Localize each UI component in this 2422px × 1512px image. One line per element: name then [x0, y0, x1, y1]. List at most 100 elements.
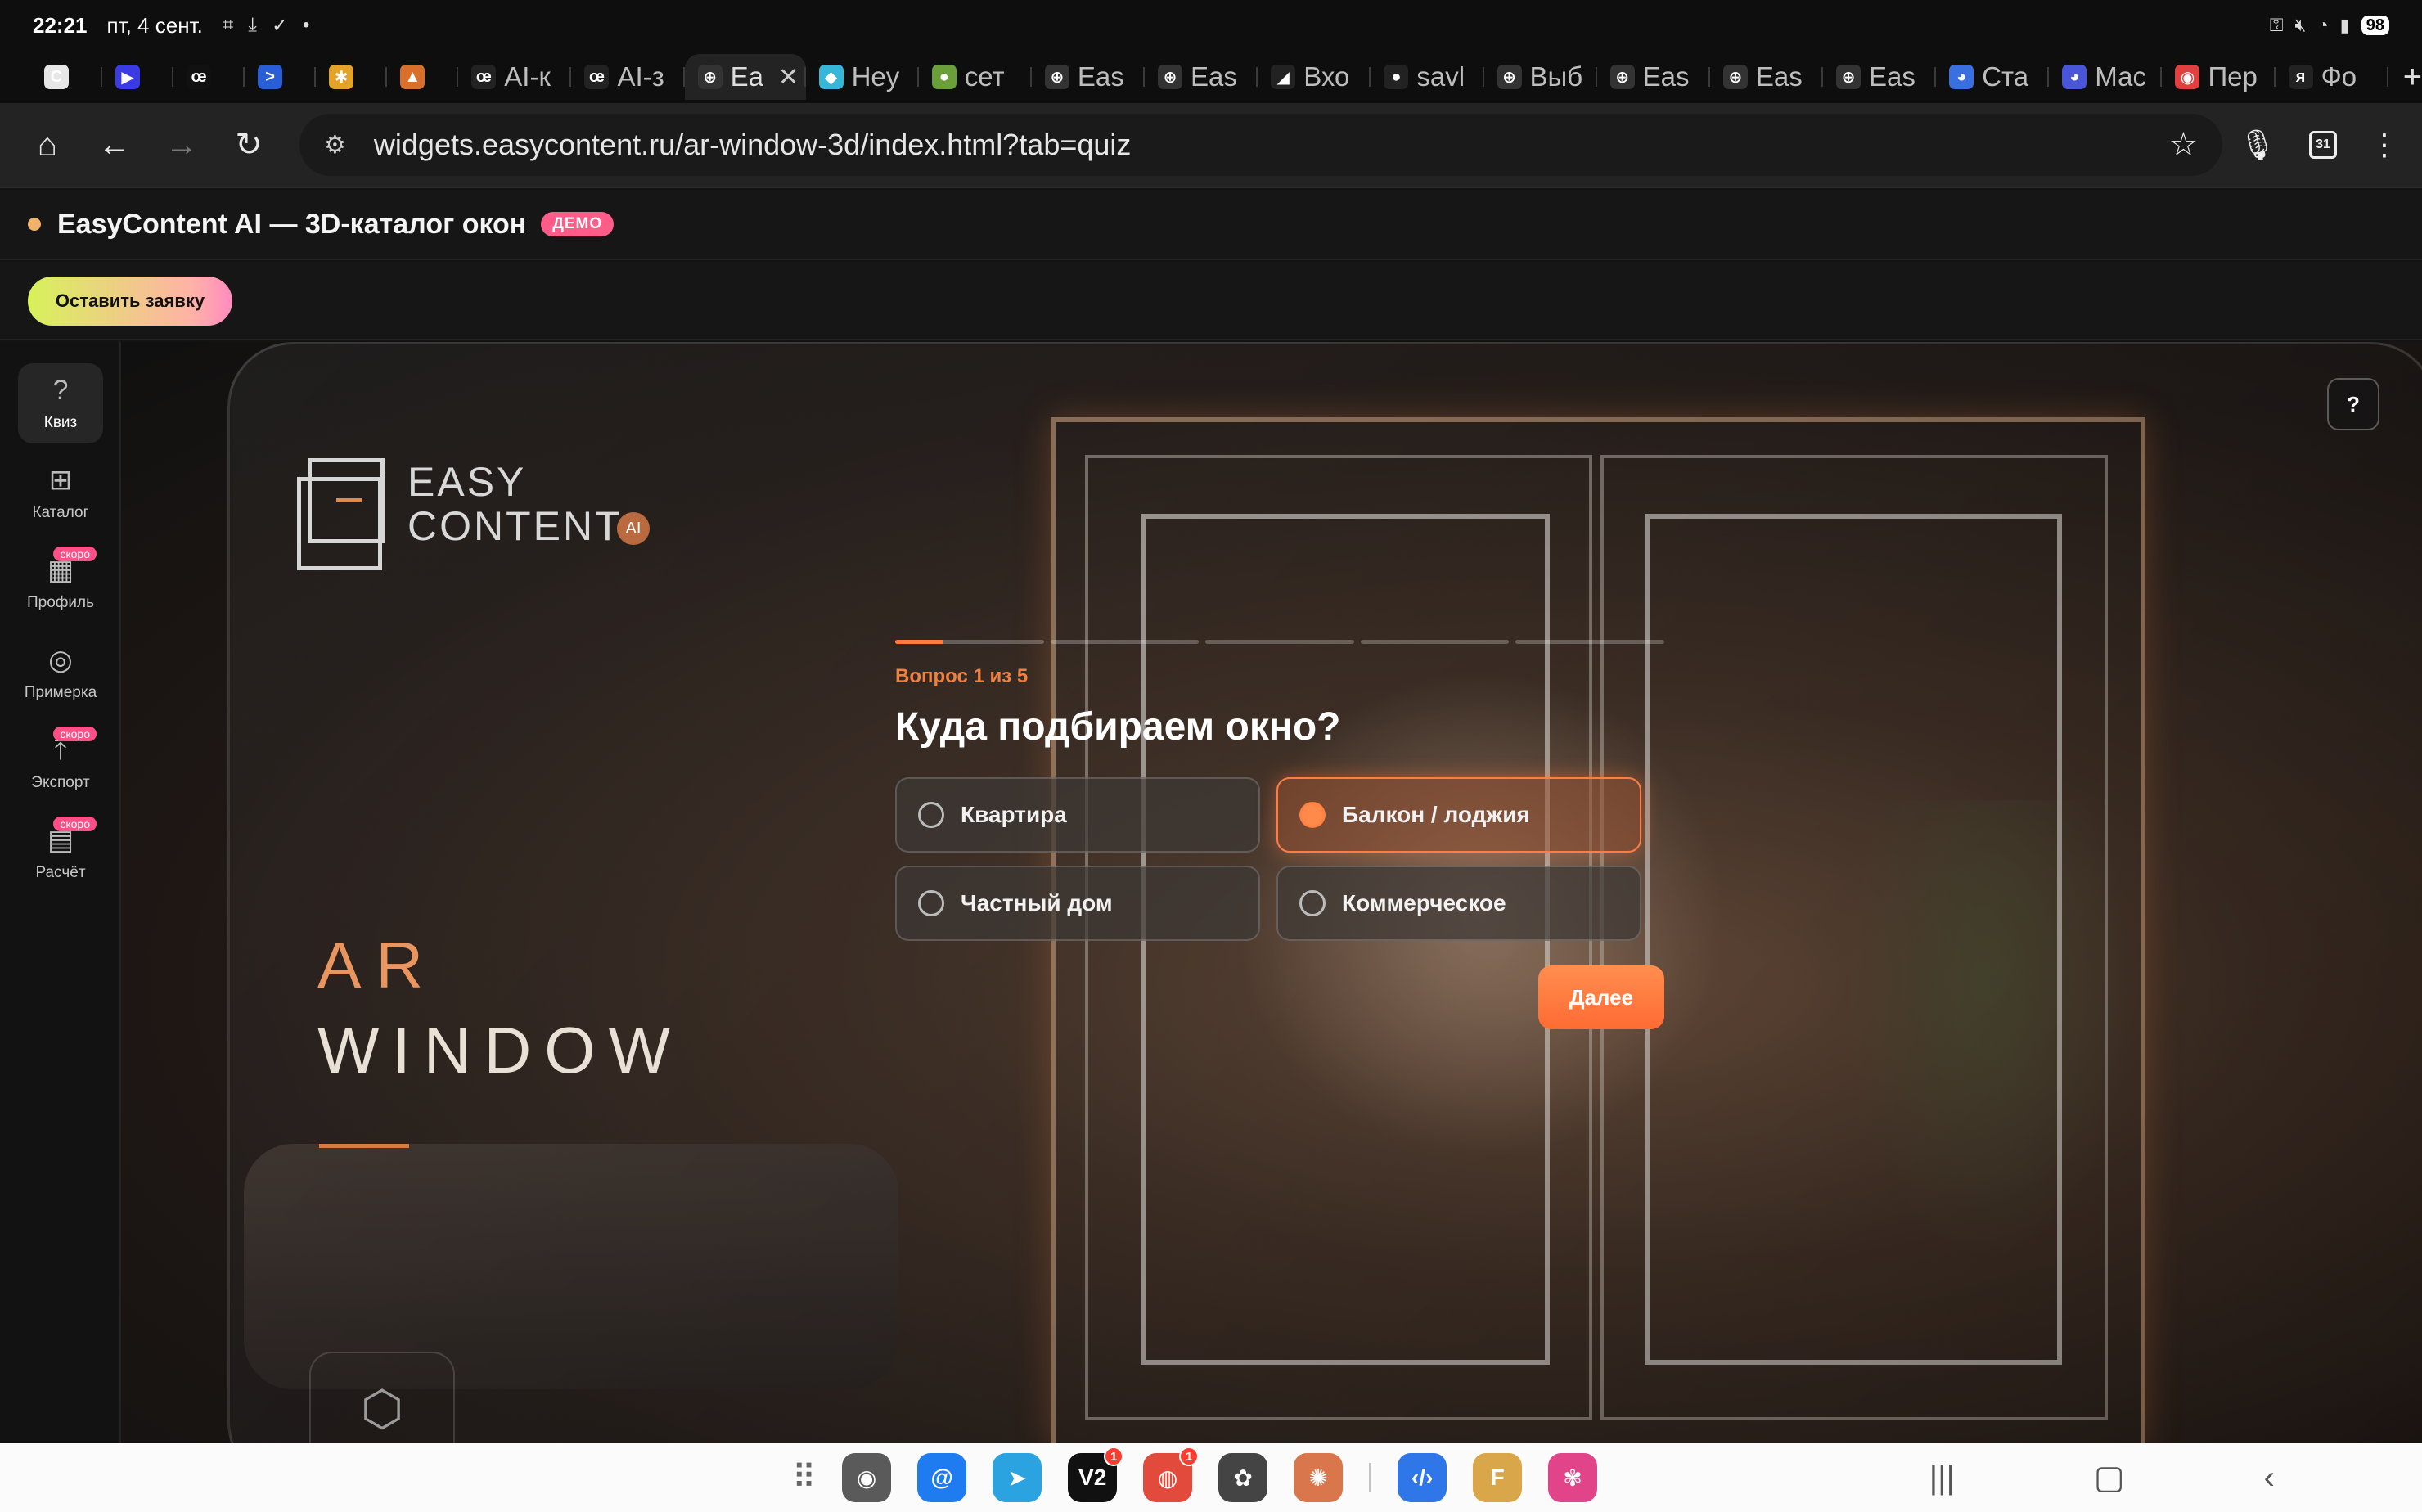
- browser-tab[interactable]: ◉ Пер: [2162, 54, 2276, 100]
- sidebar-item[interactable]: ▤ Расчёт скоро: [18, 813, 103, 893]
- app-header: EasyContent AI — 3D-каталог окон ДЕМО: [0, 190, 2422, 260]
- quiz-option-label: Частный дом: [961, 890, 1113, 916]
- home-nav-icon[interactable]: ▢: [2094, 1459, 2125, 1496]
- browser-tab[interactable]: ◢ Вхо: [1258, 54, 1371, 100]
- radio-icon[interactable]: [918, 890, 944, 916]
- app-glyph: V2: [1078, 1465, 1107, 1490]
- logo-text-easy: EASY: [407, 459, 527, 505]
- browser-tab[interactable]: я Фо: [2276, 54, 2388, 100]
- sidebar-item-label: Экспорт: [31, 774, 90, 791]
- sidebar-item-label: Каталог: [32, 504, 89, 521]
- tab-label: savl: [1416, 61, 1465, 92]
- browser-tab[interactable]: ● savl: [1371, 54, 1484, 100]
- browser-tab[interactable]: ⊕ Eas: [1710, 54, 1823, 100]
- photos-app-icon[interactable]: ✾: [1548, 1453, 1598, 1502]
- browser-tab[interactable]: ⊕ Eas: [1823, 54, 1937, 100]
- telegram-app-icon[interactable]: ➤: [993, 1453, 1042, 1502]
- recents-icon[interactable]: |||: [1929, 1460, 1955, 1496]
- browser-tab[interactable]: ⊕ Выб: [1484, 54, 1597, 100]
- bookmark-star-icon[interactable]: ☆: [2168, 126, 2198, 164]
- browser-tab[interactable]: C: [31, 54, 103, 100]
- app-drawer-icon[interactable]: ⠿: [792, 1459, 816, 1496]
- claude-app-icon[interactable]: ✺: [1294, 1453, 1344, 1502]
- tab-favicon-icon: ▲: [400, 65, 425, 89]
- browser-tab[interactable]: ◆ Hey: [806, 54, 919, 100]
- back-nav-icon[interactable]: ‹: [2264, 1460, 2275, 1496]
- mail-app-icon[interactable]: @: [917, 1453, 967, 1502]
- tab-favicon-icon: ●: [1384, 65, 1409, 89]
- camera-app-icon[interactable]: ◉: [842, 1453, 892, 1502]
- help-button[interactable]: ?: [2327, 378, 2379, 430]
- url-text[interactable]: widgets.easycontent.ru/ar-window-3d/inde…: [374, 128, 1132, 162]
- tab-label: Eas: [1868, 61, 1916, 92]
- quiz-option[interactable]: Частный дом: [895, 866, 1260, 941]
- sidebar-item[interactable]: ◎ Примерка: [18, 633, 103, 713]
- tab-label: Eas: [1755, 61, 1803, 92]
- files-app-icon[interactable]: F: [1473, 1453, 1523, 1502]
- tab-label: Hey: [851, 61, 900, 92]
- browser-tab[interactable]: ⊕ Ea ✕: [684, 54, 806, 100]
- notification-badge: 1: [1179, 1447, 1200, 1466]
- quiz-option-label: Балкон / лоджия: [1342, 802, 1530, 827]
- menu-kebab-icon[interactable]: ⋮: [2370, 128, 2399, 162]
- ar-cube-icon[interactable]: ⬡: [309, 1352, 455, 1443]
- app-glyph: ◉: [856, 1465, 877, 1491]
- system-nav: ||| ▢ ‹: [1929, 1443, 2275, 1512]
- browser-tab[interactable]: ⊕ Eas: [1145, 54, 1258, 100]
- chrome-app-icon[interactable]: ◍ 1: [1143, 1447, 1200, 1502]
- address-bar[interactable]: ⚙ widgets.easycontent.ru/ar-window-3d/in…: [299, 114, 2223, 176]
- android-nav-bar: ⠿ ◉ @ ➤ V2 1 ◍ 1 ✿ ✺ ‹/› F ✾ ||| ▢ ‹: [0, 1443, 2422, 1512]
- home-icon[interactable]: ⌂: [23, 120, 72, 169]
- browser-tab[interactable]: œ AI-з: [571, 54, 685, 100]
- request-button[interactable]: Оставить заявку: [28, 277, 232, 326]
- radio-icon[interactable]: [1299, 802, 1326, 828]
- check-icon: ✓: [271, 14, 289, 37]
- sidebar-item[interactable]: ? Квиз: [18, 363, 103, 443]
- signal-icon: ▮: [2339, 15, 2350, 35]
- sidebar-item[interactable]: ⊞ Каталог: [18, 453, 103, 533]
- tab-favicon-icon: œ: [471, 65, 497, 89]
- browser-tab[interactable]: ▲: [387, 54, 459, 100]
- browser-tab[interactable]: ▶: [102, 54, 174, 100]
- quiz-option[interactable]: Балкон / лоджия: [1276, 777, 1641, 853]
- browser-tab[interactable]: ● сет: [919, 54, 1032, 100]
- tab-label: Пер: [2208, 61, 2258, 92]
- sidebar-item[interactable]: ▦ Профиль скоро: [18, 543, 103, 623]
- browser-tab[interactable]: ⊕ Eas: [1597, 54, 1710, 100]
- site-settings-icon[interactable]: ⚙: [324, 131, 346, 160]
- forward-icon[interactable]: →: [157, 120, 206, 169]
- tab-label: Ста: [1982, 61, 2029, 92]
- quiz-option[interactable]: Коммерческое: [1276, 866, 1641, 941]
- browser-tab[interactable]: ✱: [316, 54, 388, 100]
- notification-badge: 1: [1104, 1447, 1124, 1466]
- logo-text-content: CONTENT: [407, 503, 623, 549]
- browser-tab[interactable]: ◕ Ста: [1936, 54, 2050, 100]
- back-icon[interactable]: ←: [90, 120, 139, 169]
- browser-tab[interactable]: ◕ Мас: [2049, 54, 2163, 100]
- tab-favicon-icon: ◆: [818, 65, 844, 89]
- microphone-icon[interactable]: 🎙︎: [2239, 128, 2276, 162]
- radio-icon[interactable]: [918, 802, 944, 828]
- sidebar: ? Квиз ⊞ Каталог ▦ Профиль скоро ◎ Примерка ⤒ Эксп…: [0, 342, 121, 1443]
- code-app-icon[interactable]: ‹/›: [1398, 1453, 1447, 1502]
- quiz-option[interactable]: Квартира: [895, 777, 1260, 853]
- tab-close-icon[interactable]: ✕: [778, 63, 799, 92]
- quiz-footer: Далее: [895, 965, 1664, 1029]
- next-button[interactable]: Далее: [1538, 965, 1664, 1029]
- browser-tab[interactable]: œ: [173, 54, 245, 100]
- progress-segment: [1050, 640, 1200, 644]
- tab-favicon-icon: ⊕: [1609, 65, 1635, 89]
- app-glyph: ‹/›: [1411, 1465, 1434, 1490]
- sidebar-item[interactable]: ⤒ Экспорт скоро: [18, 723, 103, 803]
- logo-ai-badge: AI: [617, 512, 650, 545]
- new-tab-icon[interactable]: +: [2403, 59, 2422, 96]
- radio-icon[interactable]: [1299, 890, 1326, 916]
- browser-tab[interactable]: ⊕ Eas: [1032, 54, 1146, 100]
- calendar-icon[interactable]: 31: [2309, 131, 2337, 159]
- browser-tab[interactable]: >: [245, 54, 317, 100]
- reload-icon[interactable]: ↻: [224, 120, 273, 169]
- v2-app-icon[interactable]: V2 1: [1068, 1447, 1124, 1502]
- browser-tab[interactable]: œ AI-к: [458, 54, 572, 100]
- chatgpt-app-icon[interactable]: ✿: [1218, 1453, 1268, 1502]
- tab-label: AI-з: [617, 61, 664, 92]
